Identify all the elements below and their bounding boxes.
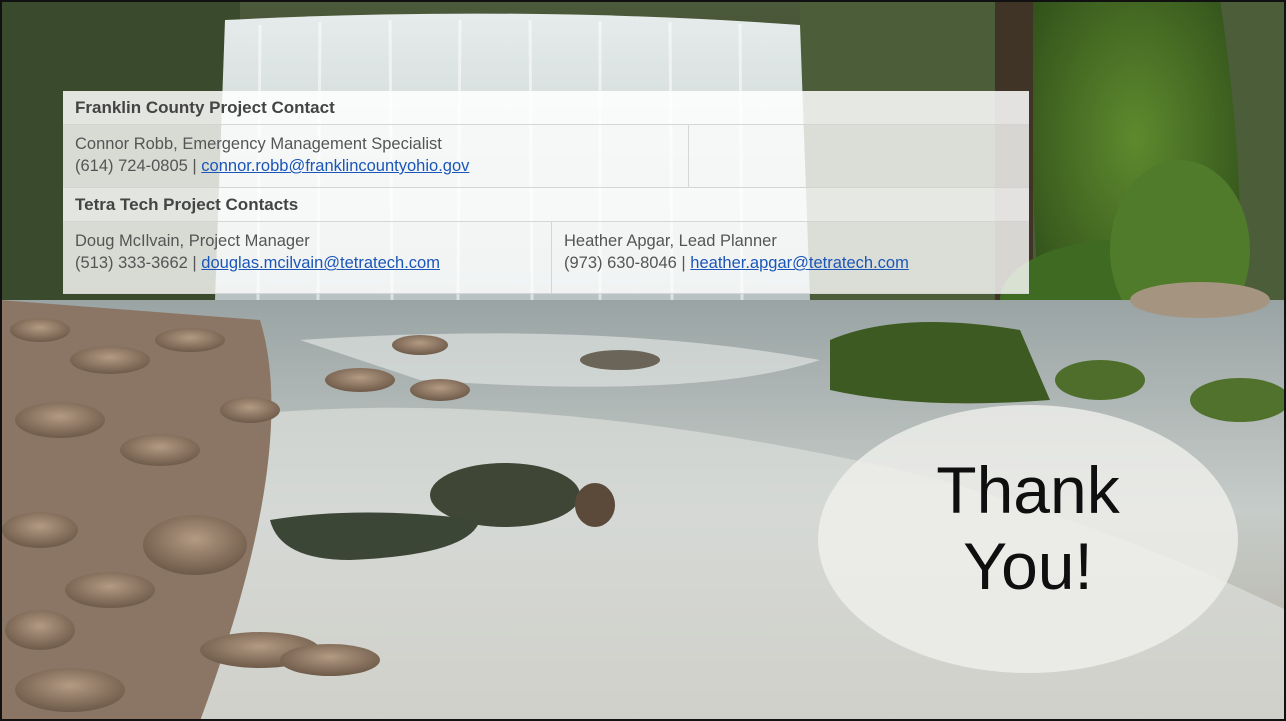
county-contact-cell: Connor Robb, Emergency Management Specia… — [63, 125, 689, 188]
thank-you-line-1: Thank — [936, 453, 1120, 527]
tetra-contact-name: Doug McIlvain, Project Manager — [75, 232, 310, 250]
tetra-contact-email-link[interactable]: heather.apgar@tetratech.com — [690, 254, 909, 272]
county-contact-name: Connor Robb, Emergency Management Specia… — [75, 135, 442, 153]
county-contact-phone: (614) 724-0805 | — [75, 157, 202, 175]
county-contact-row: Connor Robb, Emergency Management Specia… — [63, 125, 1029, 188]
contacts-table: Franklin County Project Contact Connor R… — [63, 91, 1029, 294]
tetra-contact-phone: (513) 333-3662 | — [75, 254, 202, 272]
tetra-contacts-row: Doug McIlvain, Project Manager (513) 333… — [63, 222, 1029, 294]
tetra-contact-cell: Heather Apgar, Lead Planner (973) 630-80… — [552, 222, 1029, 294]
tetra-contact-name: Heather Apgar, Lead Planner — [564, 232, 777, 250]
tetra-contact-line: (973) 630-8046 | heather.apgar@tetratech… — [564, 252, 1017, 274]
county-contact-empty-cell — [689, 125, 1029, 188]
thank-you-text: Thank You! — [818, 452, 1238, 604]
tetra-contact-email-link[interactable]: douglas.mcilvain@tetratech.com — [201, 254, 440, 272]
county-contact-header: Franklin County Project Contact — [63, 91, 1029, 125]
tetra-contacts-header: Tetra Tech Project Contacts — [63, 188, 1029, 222]
slide: Franklin County Project Contact Connor R… — [0, 0, 1286, 721]
tetra-contact-phone: (973) 630-8046 | — [564, 254, 691, 272]
thank-you-line-2: You! — [963, 529, 1093, 603]
county-contact-email-link[interactable]: connor.robb@franklincountyohio.gov — [201, 157, 469, 175]
tetra-contact-line: (513) 333-3662 | douglas.mcilvain@tetrat… — [75, 252, 539, 274]
county-contact-line: (614) 724-0805 | connor.robb@franklincou… — [75, 155, 676, 177]
tetra-contact-cell: Doug McIlvain, Project Manager (513) 333… — [63, 222, 552, 294]
